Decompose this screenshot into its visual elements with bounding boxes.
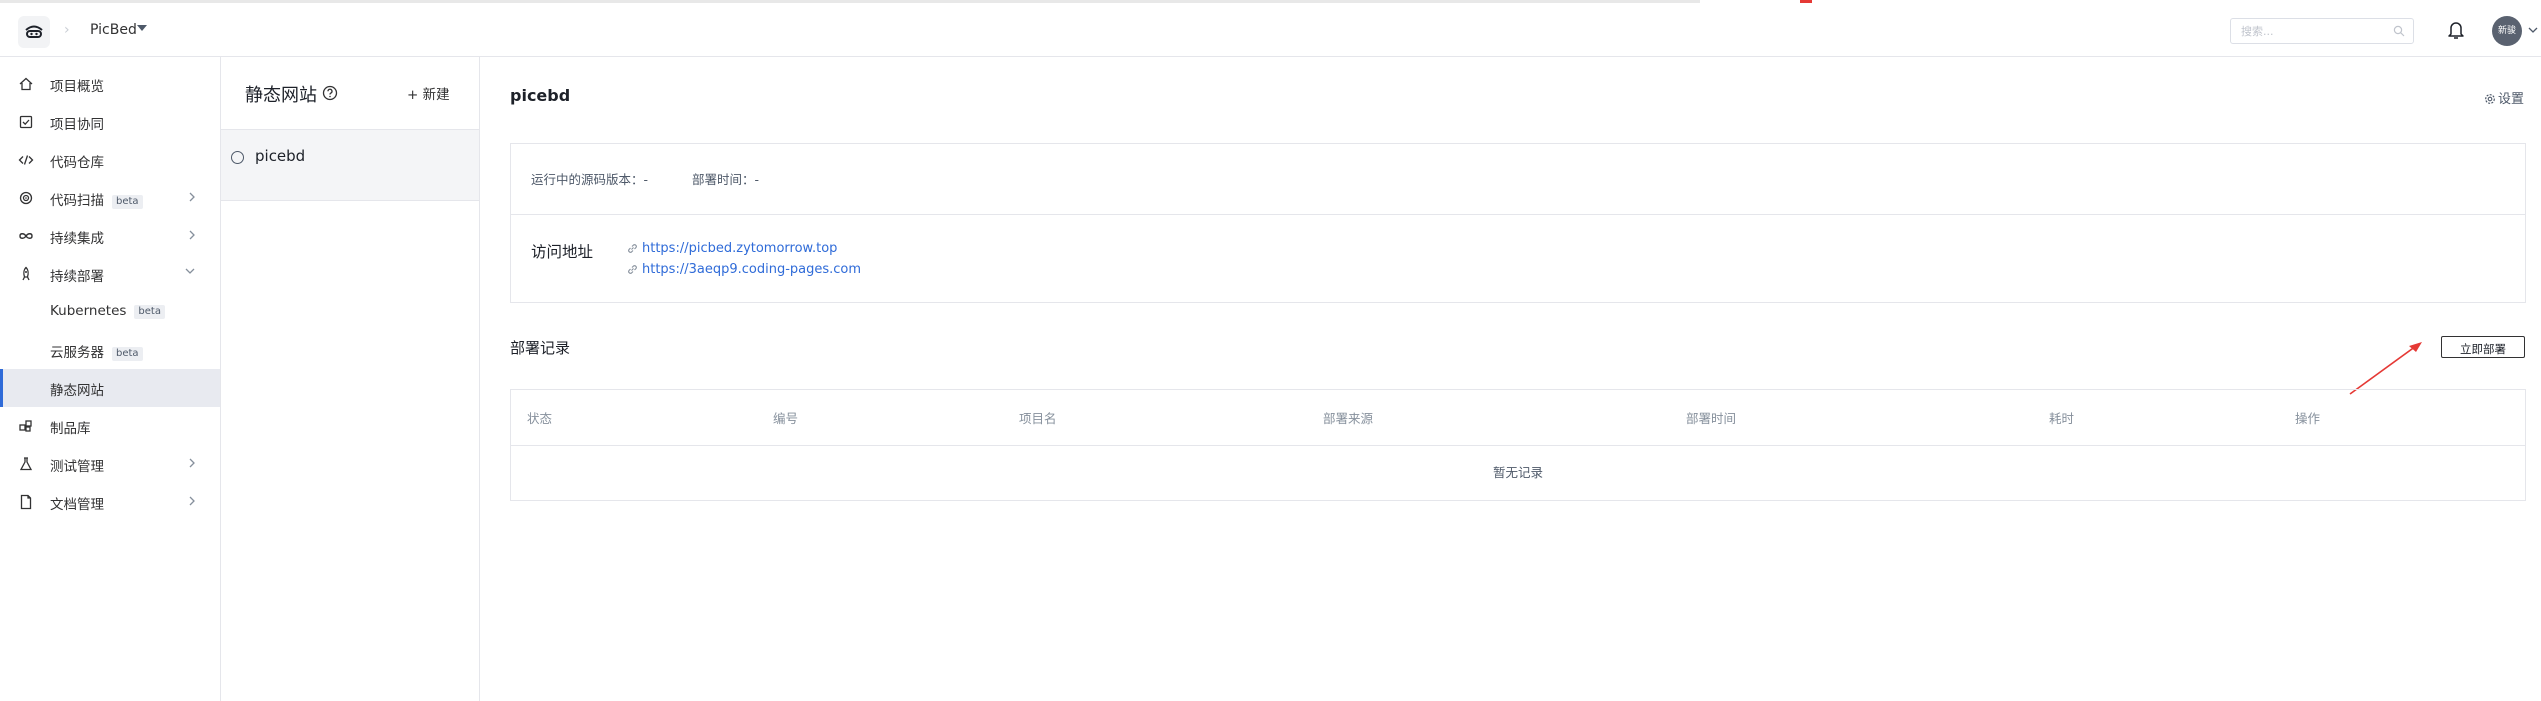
sidebar-item-text: 代码扫描 xyxy=(50,193,104,209)
flask-icon xyxy=(19,457,33,471)
column-header-number: 编号 xyxy=(773,411,799,426)
scan-icon xyxy=(19,191,33,205)
column-header-status: 状态 xyxy=(527,411,553,426)
sidebar-item-label: 静态网站 xyxy=(50,383,104,399)
access-link[interactable]: https://picbed.zytomorrow.top xyxy=(627,241,837,256)
document-icon xyxy=(20,494,32,510)
logo-icon xyxy=(25,25,43,38)
chevron-right-icon xyxy=(189,230,195,240)
sidebar-item-label: 文档管理 xyxy=(50,497,104,513)
status-circle-icon xyxy=(231,151,244,164)
deploy-now-button[interactable]: 立即部署 xyxy=(2441,336,2525,358)
beta-badge: beta xyxy=(112,195,143,209)
source-version: 运行中的源码版本：- xyxy=(531,172,649,187)
chevron-down-icon xyxy=(185,268,195,274)
sidebar-item-label: 云服务器 beta xyxy=(50,341,143,361)
sidebar-item-repository[interactable]: 代码仓库 xyxy=(0,141,220,179)
new-site-button[interactable]: + 新建 xyxy=(407,83,450,103)
sidebar-item-cd[interactable]: 持续部署 xyxy=(0,255,220,293)
breadcrumb-separator: › xyxy=(64,22,70,38)
sidebar-item-kubernetes[interactable]: Kubernetes beta xyxy=(0,293,220,331)
sidebar-item-text: 云服务器 xyxy=(50,345,104,361)
avatar[interactable]: 新骏 xyxy=(2492,16,2522,46)
sidebar-item-cloud-server[interactable]: 云服务器 beta xyxy=(0,331,220,369)
sidebar-item-label: 项目协同 xyxy=(50,117,104,133)
access-link-text: https://3aeqp9.coding-pages.com xyxy=(642,262,862,277)
deploy-time: 部署时间：- xyxy=(692,172,760,187)
sidebar-item-label: 持续部署 xyxy=(50,269,104,285)
infinity-icon xyxy=(19,233,33,239)
top-strip-marker xyxy=(1800,0,1812,3)
search-icon[interactable] xyxy=(2393,25,2405,37)
sidebar-item-docs[interactable]: 文档管理 xyxy=(0,483,220,521)
column-header-deploy-time: 部署时间 xyxy=(1686,411,1737,426)
beta-badge: beta xyxy=(112,347,143,361)
column-header-project: 项目名 xyxy=(1019,411,1057,426)
deploy-records-table: 状态 编号 项目名 部署来源 部署时间 耗时 操作 暂无记录 xyxy=(510,389,2526,501)
sidebar-item-label: 代码扫描 beta xyxy=(50,189,143,209)
caret-down-icon[interactable] xyxy=(137,25,147,31)
sidebar-item-code-scan[interactable]: 代码扫描 beta xyxy=(0,179,220,217)
panel-title: 静态网站 xyxy=(245,85,317,106)
static-site-list-panel: 静态网站 + 新建 picebd xyxy=(221,57,480,701)
beta-badge: beta xyxy=(134,305,165,319)
column-header-duration: 耗时 xyxy=(2049,411,2075,426)
link-icon xyxy=(628,244,637,253)
deployment-info-card: 运行中的源码版本：- 部署时间：- 访问地址 https://picbed.zy… xyxy=(510,143,2526,303)
site-list-item[interactable]: picebd xyxy=(221,129,479,201)
bell-icon[interactable] xyxy=(2447,20,2465,40)
sidebar-item-label: 代码仓库 xyxy=(50,155,104,171)
access-link[interactable]: https://3aeqp9.coding-pages.com xyxy=(627,262,861,277)
chevron-down-icon[interactable] xyxy=(2528,26,2538,34)
deploy-records-title: 部署记录 xyxy=(510,339,571,357)
left-nav: 项目概览 项目协同 代码仓库 代码扫描 beta 持续集成 持续部署 Kubern… xyxy=(0,57,221,701)
sidebar-item-testing[interactable]: 测试管理 xyxy=(0,445,220,483)
code-icon xyxy=(18,155,34,165)
column-header-actions: 操作 xyxy=(2295,411,2321,426)
settings-label: 设置 xyxy=(2498,92,2525,107)
help-icon[interactable] xyxy=(322,85,338,101)
access-link-text: https://picbed.zytomorrow.top xyxy=(642,241,838,256)
sidebar-item-label: 制品库 xyxy=(50,421,91,437)
home-icon xyxy=(19,77,33,91)
sidebar-item-label: 持续集成 xyxy=(50,231,104,247)
sidebar-item-label: 项目概览 xyxy=(50,79,104,95)
site-name: picebd xyxy=(255,147,306,165)
top-header: › PicBed 新骏 xyxy=(0,6,2541,57)
top-strip-segment xyxy=(0,0,1700,3)
project-switcher[interactable]: PicBed xyxy=(90,22,137,38)
app-logo[interactable] xyxy=(18,16,50,48)
deployment-meta-row: 运行中的源码版本：- 部署时间：- xyxy=(511,144,2525,215)
link-icon xyxy=(628,265,637,274)
sidebar-item-ci[interactable]: 持续集成 xyxy=(0,217,220,255)
empty-state-text: 暂无记录 xyxy=(1492,465,1543,480)
sidebar-item-artifacts[interactable]: 制品库 xyxy=(0,407,220,445)
checkbox-icon xyxy=(19,115,33,129)
page-title: picebd xyxy=(510,86,571,105)
sidebar-item-static-site[interactable]: 静态网站 xyxy=(0,369,220,407)
table-header: 状态 编号 项目名 部署来源 部署时间 耗时 操作 xyxy=(511,390,2525,446)
sidebar-item-label: 测试管理 xyxy=(50,459,104,475)
sidebar-item-collaboration[interactable]: 项目协同 xyxy=(0,103,220,141)
search-input[interactable] xyxy=(2239,24,2383,39)
settings-button[interactable]: 设置 xyxy=(2484,88,2524,107)
sidebar-item-overview[interactable]: 项目概览 xyxy=(0,65,220,103)
access-address-label: 访问地址 xyxy=(531,243,594,261)
sidebar-item-label: Kubernetes beta xyxy=(50,303,165,319)
chevron-right-icon xyxy=(189,496,195,506)
gear-icon xyxy=(2485,94,2495,104)
chevron-right-icon xyxy=(189,458,195,468)
artifact-icon xyxy=(19,420,32,432)
search-box[interactable] xyxy=(2230,18,2414,44)
sidebar-item-text: Kubernetes xyxy=(50,303,127,319)
column-header-source: 部署来源 xyxy=(1323,411,1374,426)
rocket-icon xyxy=(22,266,30,281)
chevron-right-icon xyxy=(189,192,195,202)
